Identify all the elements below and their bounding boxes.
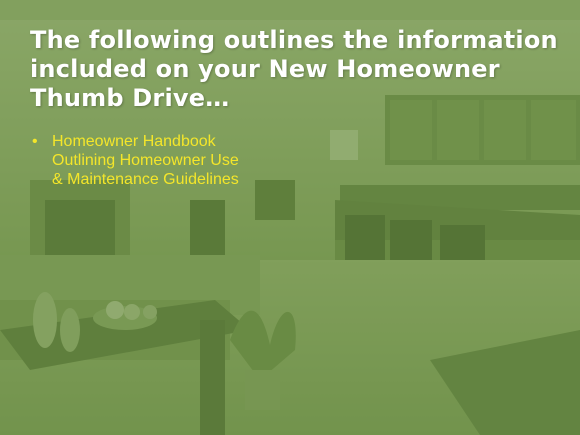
slide-title-line: Thumb Drive… xyxy=(30,84,230,112)
bullet-list: • Homeowner Handbook Outlining Homeowner… xyxy=(30,132,330,189)
bullet-text-line: & Maintenance Guidelines xyxy=(52,171,239,188)
bullet-item-homeowner-handbook: • Homeowner Handbook Outlining Homeowner… xyxy=(30,132,330,189)
slide-title: The following outlines the information i… xyxy=(30,26,560,113)
slide-title-line: included on your New Homeowner xyxy=(30,55,500,83)
slide: The following outlines the information i… xyxy=(0,0,580,435)
bullet-dot-icon: • xyxy=(32,133,38,150)
slide-title-line: The following outlines the information xyxy=(30,26,558,54)
bullet-text-line: Homeowner Handbook xyxy=(52,133,216,150)
bullet-text-line: Outlining Homeowner Use xyxy=(52,152,239,169)
